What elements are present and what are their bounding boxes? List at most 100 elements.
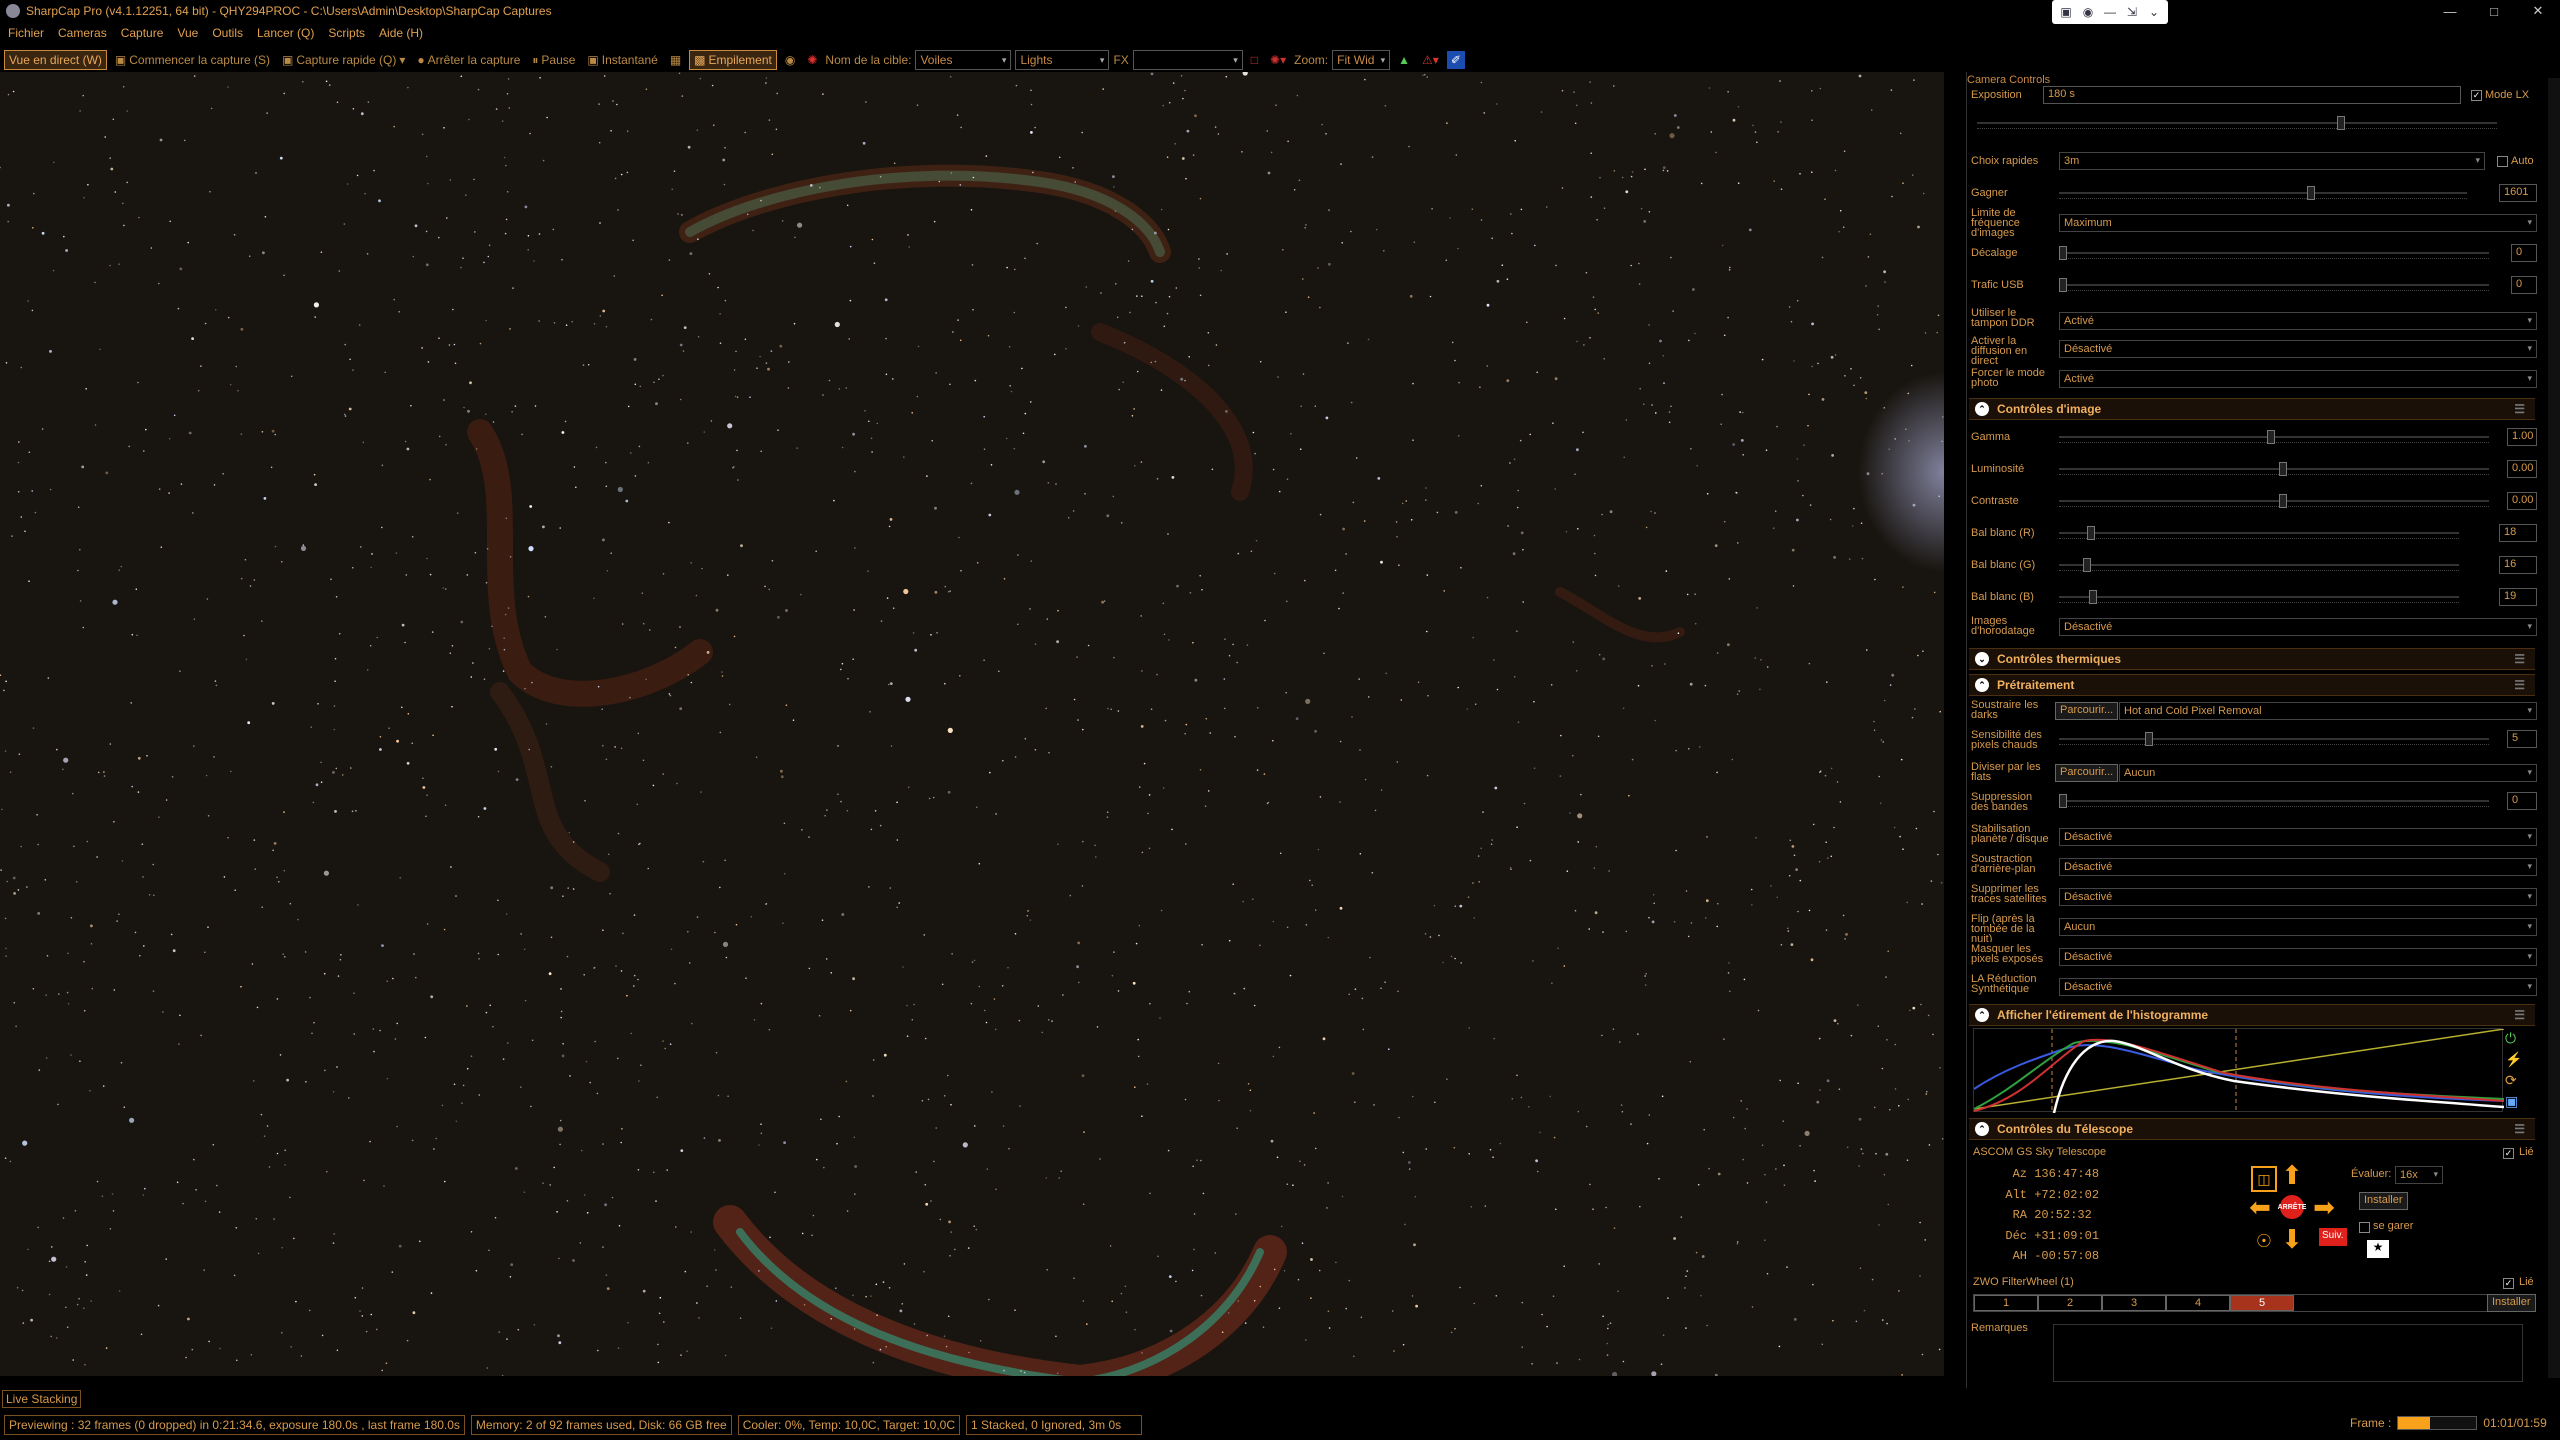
quick-choice-select[interactable]: 3m [2059,152,2485,170]
save-icon[interactable]: ▣ [2505,1093,2523,1110]
stop-button[interactable]: ARRÊTE [2278,1195,2306,1219]
gain-slider[interactable] [2059,186,2467,200]
remarks-field[interactable] [2053,1324,2523,1382]
menu-cameras[interactable]: Cameras [58,26,107,40]
timestamp-select[interactable]: Désactivé [2059,618,2537,636]
chevron-up-icon[interactable]: ⌃ [1975,402,1989,416]
target-icon[interactable]: ◉ [781,51,799,69]
park-checkbox[interactable] [2359,1222,2370,1233]
menu-scripts[interactable]: Scripts [328,26,365,40]
histogram-icon[interactable]: ▲ [1394,51,1414,69]
lx-mode-checkbox[interactable]: ✓ [2471,90,2482,101]
menu-view[interactable]: Vue [177,26,198,40]
reticle-icon[interactable]: ✺ [803,51,821,69]
flats-select[interactable]: Aucun [2119,764,2537,782]
power-icon[interactable]: ⏻ [2505,1030,2523,1047]
wb-r-field[interactable]: 18 [2499,524,2537,542]
alert-icon[interactable]: ⚠▾ [1418,51,1443,69]
filterwheel-install-button[interactable]: Installer [2487,1294,2536,1312]
flip-select[interactable]: Aucun [2059,918,2537,936]
chevron-down-icon[interactable]: ⌄ [2144,2,2164,22]
auto-checkbox[interactable] [2497,156,2508,167]
preprocessing-section[interactable]: ⌃ Prétraitement ☰ [1969,674,2535,696]
gamma-field[interactable]: 1.00 [2507,428,2537,446]
histogram-plot[interactable] [1973,1028,2505,1114]
brush-icon[interactable]: ✐ [1446,51,1465,69]
telescope-install-button[interactable]: Installer [2359,1192,2408,1210]
target-name-select[interactable]: Voiles [915,50,1012,70]
stop-capture-button[interactable]: ● Arrêter la capture [413,51,524,69]
menu-capture[interactable]: Capture [121,26,164,40]
filter-slot-1[interactable]: 1 [1974,1295,2038,1311]
menu-file[interactable]: Fichier [8,26,44,40]
chevron-up-icon[interactable]: ⌃ [1975,1008,1989,1022]
hot-pixels-slider[interactable] [2059,732,2489,746]
reset-icon[interactable]: ⟳ [2505,1072,2523,1089]
chevron-down-icon[interactable]: ▾ [399,53,405,67]
banding-field[interactable]: 0 [2507,792,2537,810]
hamburger-icon[interactable]: ☰ [2514,402,2525,416]
expand-icon[interactable]: ⇲ [2122,2,2142,22]
filter-slot-2[interactable]: 2 [2038,1295,2102,1311]
photo-mode-select[interactable]: Activé [2059,370,2537,388]
usb-field[interactable]: 0 [2511,276,2537,294]
minus-icon[interactable]: — [2100,2,2120,22]
menu-tools[interactable]: Outils [212,26,243,40]
filter-slot-5[interactable]: 5 [2230,1295,2294,1311]
close-button[interactable]: ✕ [2516,0,2560,22]
gamma-slider[interactable] [2059,430,2489,444]
offset-field[interactable]: 0 [2511,244,2537,262]
hamburger-icon[interactable]: ☰ [2514,1008,2525,1022]
monitor-icon[interactable]: ▣ [2056,2,2076,22]
star-icon[interactable]: ★ [2367,1240,2389,1258]
live-view-button[interactable]: Vue en direct (W) [4,50,107,70]
exposure-field[interactable]: 180 s [2043,86,2461,104]
follow-button[interactable]: Suiv. [2319,1228,2347,1246]
overexposed-select[interactable]: Désactivé [2059,948,2537,966]
frame-rate-select[interactable]: Maximum [2059,214,2537,232]
wb-b-slider[interactable] [2059,590,2459,604]
menu-help[interactable]: Aide (H) [379,26,423,40]
histogram-section[interactable]: ⌃ Afficher l'étirement de l'histogramme … [1969,1004,2535,1026]
zoom-select[interactable]: Fit Wid [1332,50,1391,70]
rate-select[interactable]: 16x [2395,1166,2443,1184]
brightness-field[interactable]: 0.00 [2507,460,2537,478]
filterwheel-linked-checkbox[interactable]: ✓ [2503,1278,2514,1289]
chevron-up-icon[interactable]: ⌃ [1975,678,1989,692]
wb-g-field[interactable]: 16 [2499,556,2537,574]
gain-field[interactable]: 1601 [2499,184,2537,202]
satellite-select[interactable]: Désactivé [2059,888,2537,906]
bgsub-select[interactable]: Désactivé [2059,858,2537,876]
exposure-slider[interactable] [1977,116,2497,130]
contrast-slider[interactable] [2059,494,2489,508]
browse-darks-button[interactable]: Parcourir... [2055,702,2119,720]
chevron-up-icon[interactable]: ⌃ [1975,1122,1989,1136]
stacking-button[interactable]: ▩ Empilement [689,50,777,70]
quick-capture-button[interactable]: ▣ Capture rapide (Q) ▾ [278,51,409,69]
hot-pixels-field[interactable]: 5 [2507,730,2537,748]
panel-scrollbar[interactable] [2548,78,2560,1378]
wb-r-slider[interactable] [2059,526,2459,540]
telescope-section[interactable]: ⌃ Contrôles du Télescope ☰ [1969,1118,2535,1140]
thermal-section[interactable]: ⌄ Contrôles thermiques ☰ [1969,648,2535,670]
offset-slider[interactable] [2059,246,2489,260]
usb-slider[interactable] [2059,278,2489,292]
banding-slider[interactable] [2059,794,2489,808]
live-stream-select[interactable]: Désactivé [2059,340,2537,358]
grid-icon[interactable]: ▦ [666,51,685,69]
maximize-button[interactable]: □ [2472,0,2516,22]
contrast-field[interactable]: 0.00 [2507,492,2537,510]
browse-flats-button[interactable]: Parcourir... [2055,764,2119,782]
ddr-select[interactable]: Activé [2059,312,2537,330]
stabilization-select[interactable]: Désactivé [2059,828,2537,846]
image-controls-section[interactable]: ⌃ Contrôles d'image ☰ [1969,398,2535,420]
menu-launch[interactable]: Lancer (Q) [257,26,314,40]
telescope-linked-checkbox[interactable]: ✓ [2503,1148,2514,1159]
chevron-down-icon[interactable]: ⌄ [1975,652,1989,666]
arrow-right-button[interactable]: ➡ [2311,1194,2337,1220]
focus-icon[interactable]: ✺▾ [1266,51,1290,69]
wb-b-field[interactable]: 19 [2499,588,2537,606]
home-icon[interactable]: ☉ [2251,1228,2277,1254]
snapshot-button[interactable]: ▣ Instantané [583,51,661,69]
arrow-up-button[interactable]: ⬆ [2279,1162,2305,1188]
